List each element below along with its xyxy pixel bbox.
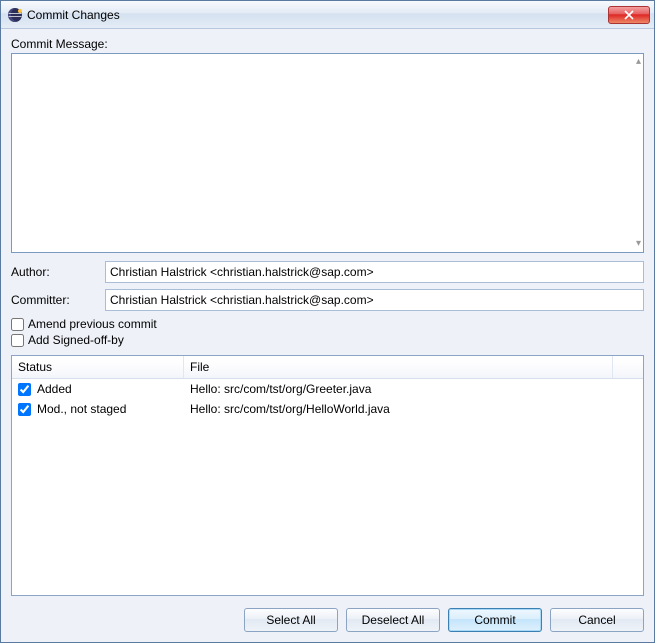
select-all-button[interactable]: Select All [244, 608, 338, 632]
commit-message-wrap: ▴ ▾ [11, 53, 644, 253]
commit-message-input[interactable] [12, 54, 643, 252]
row-status-text: Mod., not staged [37, 402, 126, 416]
titlebar[interactable]: Commit Changes [1, 1, 654, 29]
row-status-text: Added [37, 382, 72, 396]
amend-label[interactable]: Amend previous commit [28, 317, 157, 331]
cancel-button[interactable]: Cancel [550, 608, 644, 632]
col-status[interactable]: Status [12, 356, 184, 378]
col-tail [613, 356, 643, 378]
close-icon [624, 10, 634, 20]
client-area: Commit Message: ▴ ▾ Author: Committer: A… [1, 29, 654, 642]
signoff-checkbox[interactable] [11, 334, 24, 347]
scroll-down-icon: ▾ [636, 239, 641, 249]
scroll-up-icon: ▴ [636, 57, 641, 67]
close-button[interactable] [608, 6, 650, 24]
table-row[interactable]: Added Hello: src/com/tst/org/Greeter.java [12, 379, 643, 399]
commit-button[interactable]: Commit [448, 608, 542, 632]
author-label: Author: [11, 265, 105, 279]
cell-file: Hello: src/com/tst/org/HelloWorld.java [184, 402, 643, 416]
committer-row: Committer: [11, 289, 644, 311]
author-row: Author: [11, 261, 644, 283]
button-bar: Select All Deselect All Commit Cancel [11, 608, 644, 632]
table-row[interactable]: Mod., not staged Hello: src/com/tst/org/H… [12, 399, 643, 419]
deselect-all-button[interactable]: Deselect All [346, 608, 440, 632]
col-file[interactable]: File [184, 356, 613, 378]
commit-message-label: Commit Message: [11, 37, 644, 51]
committer-label: Committer: [11, 293, 105, 307]
cell-file: Hello: src/com/tst/org/Greeter.java [184, 382, 643, 396]
signoff-row: Add Signed-off-by [11, 333, 644, 347]
dialog-window: Commit Changes Commit Message: ▴ ▾ Autho… [0, 0, 655, 643]
cell-status: Added [12, 382, 184, 396]
signoff-label[interactable]: Add Signed-off-by [28, 333, 124, 347]
row-checkbox[interactable] [18, 383, 31, 396]
files-table: Status File Added Hello: src/com/tst/org/… [11, 355, 644, 596]
cell-status: Mod., not staged [12, 402, 184, 416]
window-title: Commit Changes [27, 8, 608, 22]
table-header: Status File [12, 356, 643, 379]
row-checkbox[interactable] [18, 403, 31, 416]
committer-input[interactable] [105, 289, 644, 311]
amend-checkbox[interactable] [11, 318, 24, 331]
author-input[interactable] [105, 261, 644, 283]
amend-row: Amend previous commit [11, 317, 644, 331]
eclipse-icon [7, 7, 23, 23]
table-body: Added Hello: src/com/tst/org/Greeter.java… [12, 379, 643, 595]
